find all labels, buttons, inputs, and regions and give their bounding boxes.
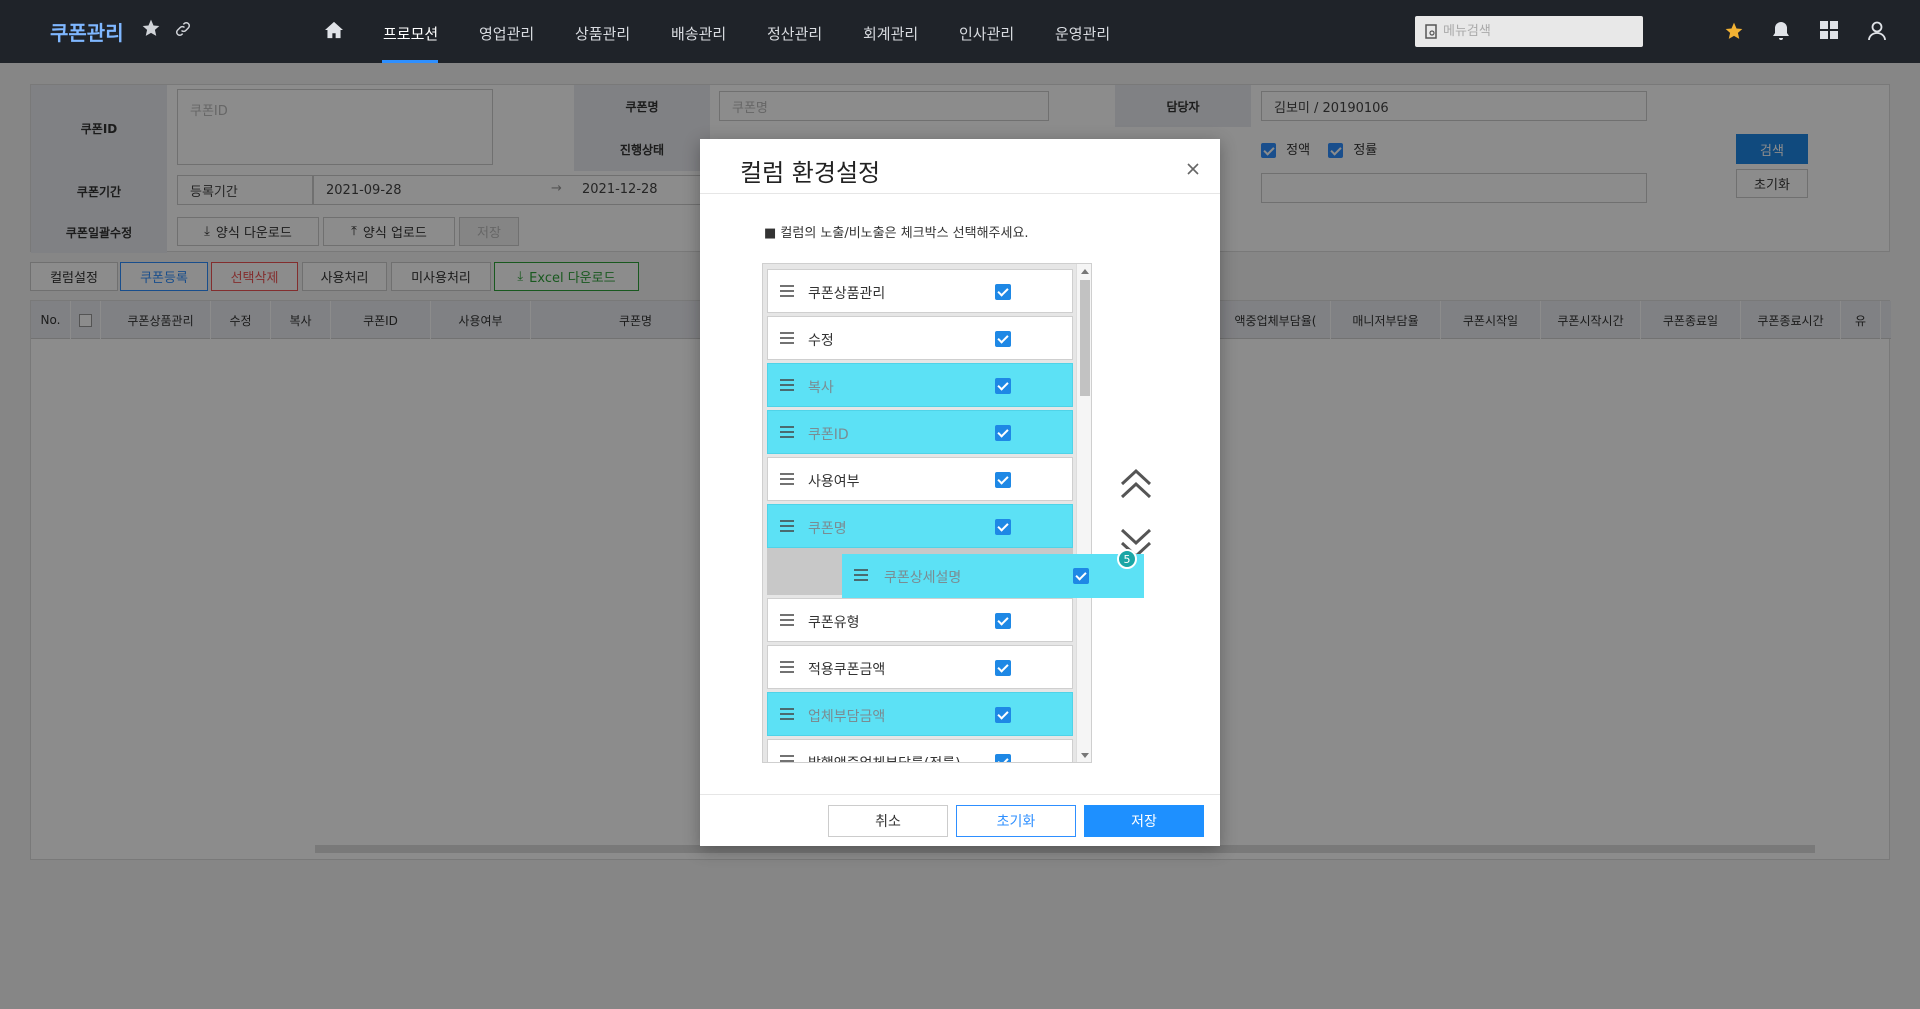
top-bar: 쿠폰관리 프로모션 영업관리 상품관리 배송관리 정산관리 회계관리 인사관리 … [0,0,1920,63]
drag-handle-icon[interactable] [780,661,794,673]
dragging-column-item[interactable]: 쿠폰상세설명 5 [842,549,1144,598]
nav-operations[interactable]: 운영관리 [1055,23,1110,44]
column-item[interactable]: 쿠폰명 [767,504,1073,548]
column-visible-checkbox[interactable] [995,660,1011,676]
column-item[interactable]: 쿠폰유형 [767,598,1073,642]
drag-count-badge: 5 [1117,549,1137,569]
nav-hr[interactable]: 인사관리 [959,23,1014,44]
column-visible-checkbox[interactable] [995,284,1011,300]
column-visible-checkbox[interactable] [995,472,1011,488]
column-item[interactable]: 쿠폰ID [767,410,1073,454]
menu-search-box [1415,16,1643,47]
column-item-label: 사용여부 [808,474,860,490]
column-visible-checkbox[interactable] [1073,568,1089,584]
drag-handle-icon[interactable] [780,755,794,763]
scroll-down-icon[interactable] [1081,753,1089,758]
search-doc-icon [1425,24,1437,39]
nav-settlement[interactable]: 정산관리 [767,23,822,44]
nav-delivery[interactable]: 배송관리 [671,23,726,44]
column-item-label: 업체부담금액 [808,709,886,725]
modal-title: 컬럼 환경설정 [740,159,881,187]
save-button[interactable]: 저장 [1084,805,1204,837]
drag-handle-icon[interactable] [780,332,794,344]
list-scrollbar[interactable] [1076,264,1091,762]
drag-handle-icon[interactable] [780,379,794,391]
favorites-star-icon[interactable] [1724,21,1744,41]
column-item-label: 쿠폰상품관리 [808,286,886,302]
app-title: 쿠폰관리 [50,21,124,45]
divider [700,193,1220,194]
column-item[interactable]: 적용쿠폰금액 [767,645,1073,689]
column-item-label: 적용쿠폰금액 [808,662,886,678]
column-item-label: 복사 [808,380,834,396]
modal-notice: ■ 컬럼의 노출/비노출은 체크박스 선택해주세요. [764,226,1029,241]
column-item[interactable]: 수정 [767,316,1073,360]
column-visible-checkbox[interactable] [995,707,1011,723]
nav-promotion[interactable]: 프로모션 [383,23,438,44]
column-item[interactable]: 쿠폰상품관리 [767,269,1073,313]
bell-icon[interactable] [1772,21,1790,41]
column-item-label: 쿠폰명 [808,521,847,537]
column-visible-checkbox[interactable] [995,613,1011,629]
user-icon[interactable] [1868,21,1886,41]
column-item[interactable]: 발행액중업체부담률(정률) [767,739,1073,763]
scroll-thumb[interactable] [1080,280,1090,396]
home-icon[interactable] [324,21,344,39]
link-icon[interactable] [174,20,192,38]
drag-handle-icon[interactable] [780,426,794,438]
move-up-icon[interactable] [1118,466,1154,500]
close-icon[interactable] [1182,158,1204,180]
column-item[interactable]: 업체부담금액 [767,692,1073,736]
nav-accounting[interactable]: 회계관리 [863,23,918,44]
column-list: 쿠폰상품관리 수정 복사 쿠폰ID 사용여부 쿠폰명 쿠폰유형 적용쿠폰금액 업… [762,263,1092,763]
column-item-label: 쿠폰유형 [808,615,860,631]
dragging-item-label: 쿠폰상세설명 [884,570,962,586]
column-visible-checkbox[interactable] [995,425,1011,441]
modal-reset-button[interactable]: 초기화 [956,805,1076,837]
column-item-label: 쿠폰ID [808,427,849,443]
menu-search-input[interactable] [1443,16,1639,47]
column-item[interactable]: 사용여부 [767,457,1073,501]
cancel-button[interactable]: 취소 [828,805,948,837]
column-visible-checkbox[interactable] [995,378,1011,394]
drag-handle-icon[interactable] [780,473,794,485]
nav-sales[interactable]: 영업관리 [479,23,534,44]
drag-handle-icon[interactable] [780,614,794,626]
nav-products[interactable]: 상품관리 [575,23,630,44]
column-visible-checkbox[interactable] [995,754,1011,762]
column-item[interactable]: 복사 [767,363,1073,407]
divider [700,794,1220,795]
scroll-up-icon[interactable] [1081,269,1089,274]
column-visible-checkbox[interactable] [995,519,1011,535]
drag-handle-icon[interactable] [854,569,868,581]
column-item-label: 수정 [808,333,834,349]
grid-apps-icon[interactable] [1820,21,1838,39]
column-visible-checkbox[interactable] [995,331,1011,347]
column-settings-modal: 컬럼 환경설정 ■ 컬럼의 노출/비노출은 체크박스 선택해주세요. 쿠폰상품관… [700,139,1220,846]
drag-handle-icon[interactable] [780,708,794,720]
favorite-star-icon[interactable] [141,18,161,38]
column-item-label: 발행액중업체부담률(정률) [808,753,961,762]
drag-handle-icon[interactable] [780,285,794,297]
drag-handle-icon[interactable] [780,520,794,532]
